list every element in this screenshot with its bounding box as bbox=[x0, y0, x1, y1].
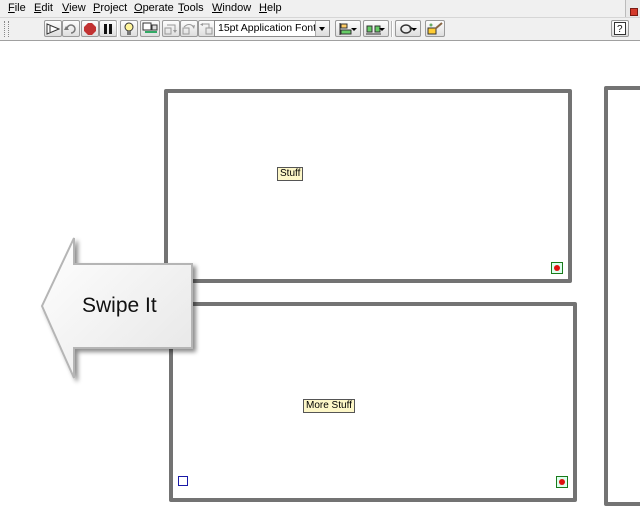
toolbar: 15pt Application Font ? bbox=[0, 18, 640, 41]
callout-text: Swipe It bbox=[82, 294, 157, 317]
menu-help[interactable]: Help bbox=[259, 2, 282, 14]
while-loop-bottom[interactable] bbox=[169, 302, 577, 502]
run-arrow-icon bbox=[46, 22, 60, 35]
close-icon bbox=[630, 8, 638, 16]
reorder-button[interactable] bbox=[395, 20, 421, 37]
context-help-button[interactable]: ? bbox=[611, 20, 629, 37]
highlight-execution-button[interactable] bbox=[120, 20, 138, 37]
abort-button[interactable] bbox=[81, 20, 99, 37]
step-into-icon bbox=[164, 24, 177, 34]
iteration-terminal-icon[interactable] bbox=[178, 476, 188, 486]
chevron-down-icon[interactable] bbox=[315, 21, 329, 36]
run-button[interactable] bbox=[44, 20, 62, 37]
step-over-button[interactable] bbox=[180, 20, 198, 37]
toolbar-grip-icon[interactable] bbox=[4, 21, 9, 37]
while-loop-top[interactable] bbox=[164, 89, 572, 283]
abort-icon bbox=[84, 22, 96, 35]
pause-icon bbox=[104, 23, 112, 34]
distribute-objects-button[interactable] bbox=[363, 20, 389, 37]
menu-file[interactable]: File bbox=[8, 2, 26, 14]
chevron-down-icon bbox=[411, 28, 417, 31]
step-over-icon bbox=[182, 23, 195, 34]
clean-up-diagram-button[interactable] bbox=[425, 20, 445, 37]
menu-window[interactable]: Window bbox=[212, 2, 251, 14]
retain-wire-values-button[interactable] bbox=[140, 20, 160, 37]
stop-terminal-icon[interactable] bbox=[556, 476, 568, 488]
svg-text:?: ? bbox=[617, 24, 623, 35]
menu-operate[interactable]: Operate bbox=[134, 2, 174, 14]
run-continuously-button[interactable] bbox=[62, 20, 80, 37]
menu-edit[interactable]: Edit bbox=[34, 2, 53, 14]
menu-project[interactable]: Project bbox=[93, 2, 127, 14]
menu-view[interactable]: View bbox=[62, 2, 86, 14]
align-objects-button[interactable] bbox=[335, 20, 361, 37]
chevron-down-icon bbox=[351, 28, 357, 31]
bottom-frame-label[interactable]: More Stuff bbox=[303, 399, 355, 413]
top-frame-label[interactable]: Stuff bbox=[277, 167, 304, 181]
while-loop-right[interactable] bbox=[604, 86, 640, 506]
step-out-icon bbox=[200, 22, 213, 34]
run-continuously-icon bbox=[64, 23, 76, 34]
highlight-execution-icon bbox=[124, 22, 134, 35]
stop-terminal-icon[interactable] bbox=[551, 262, 563, 274]
context-help-icon: ? bbox=[614, 22, 626, 35]
chevron-down-icon bbox=[379, 28, 385, 31]
step-into-button[interactable] bbox=[162, 20, 180, 37]
clean-up-diagram-icon bbox=[427, 21, 443, 34]
font-select-value: 15pt Application Font bbox=[218, 22, 317, 34]
pause-button[interactable] bbox=[99, 20, 117, 37]
window-control[interactable] bbox=[625, 0, 640, 17]
font-select[interactable]: 15pt Application Font bbox=[214, 20, 330, 37]
menu-tools[interactable]: Tools bbox=[178, 2, 204, 14]
retain-wire-values-icon bbox=[142, 22, 158, 33]
menu-bar: File Edit View Project Operate Tools Win… bbox=[0, 0, 640, 18]
